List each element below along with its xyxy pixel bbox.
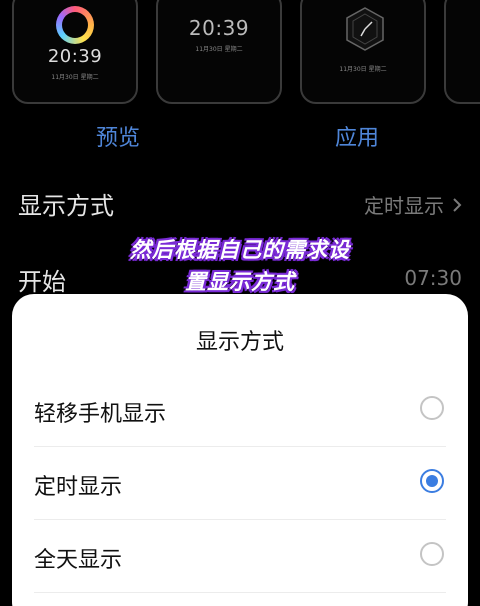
divider [34, 592, 446, 593]
radio-button[interactable] [420, 396, 444, 420]
watch-face-preview-3[interactable]: 11月30日 星期二 [300, 0, 426, 104]
radio-button[interactable] [420, 542, 444, 566]
option-all-day-display[interactable]: 全天显示 [12, 520, 468, 592]
preview-time: 20:39 [188, 16, 250, 40]
display-mode-value: 定时显示 [364, 190, 462, 219]
chevron-right-icon [452, 194, 462, 218]
watch-face-preview-2[interactable]: 20:39 11月30日 星期二 [156, 0, 282, 104]
screen: 20:39 11月30日 星期二 20:39 11月30日 星期二 11月30日… [0, 0, 480, 606]
display-mode-sheet: 显示方式 轻移手机显示 定时显示 全天显示 [12, 294, 468, 606]
radio-button-selected[interactable] [420, 469, 444, 493]
overlay-caption-line-1: 然后根据自己的需求设 [130, 238, 350, 262]
preview-button[interactable]: 预览 [96, 120, 140, 152]
display-mode-label: 显示方式 [18, 192, 114, 220]
watch-face-preview-4[interactable] [444, 0, 480, 104]
option-label: 全天显示 [34, 548, 123, 573]
preview-time: 20:39 [47, 46, 103, 67]
option-label: 轻移手机显示 [34, 402, 167, 427]
overlay-caption-line-2: 置显示方式 [185, 270, 295, 294]
option-lift-to-display[interactable]: 轻移手机显示 [12, 374, 468, 446]
activity-ring-icon [56, 6, 94, 44]
preview-date: 11月30日 星期二 [339, 66, 387, 73]
hexagon-clock-icon [346, 7, 384, 51]
display-mode-current: 定时显示 [364, 194, 444, 218]
preview-date: 11月30日 星期二 [51, 74, 99, 81]
option-label: 定时显示 [34, 475, 123, 500]
watch-face-preview-1[interactable]: 20:39 11月30日 星期二 [12, 0, 138, 104]
option-scheduled-display[interactable]: 定时显示 [12, 447, 468, 519]
sheet-title: 显示方式 [195, 330, 284, 355]
apply-button[interactable]: 应用 [335, 120, 379, 152]
preview-date: 11月30日 星期二 [195, 46, 243, 53]
